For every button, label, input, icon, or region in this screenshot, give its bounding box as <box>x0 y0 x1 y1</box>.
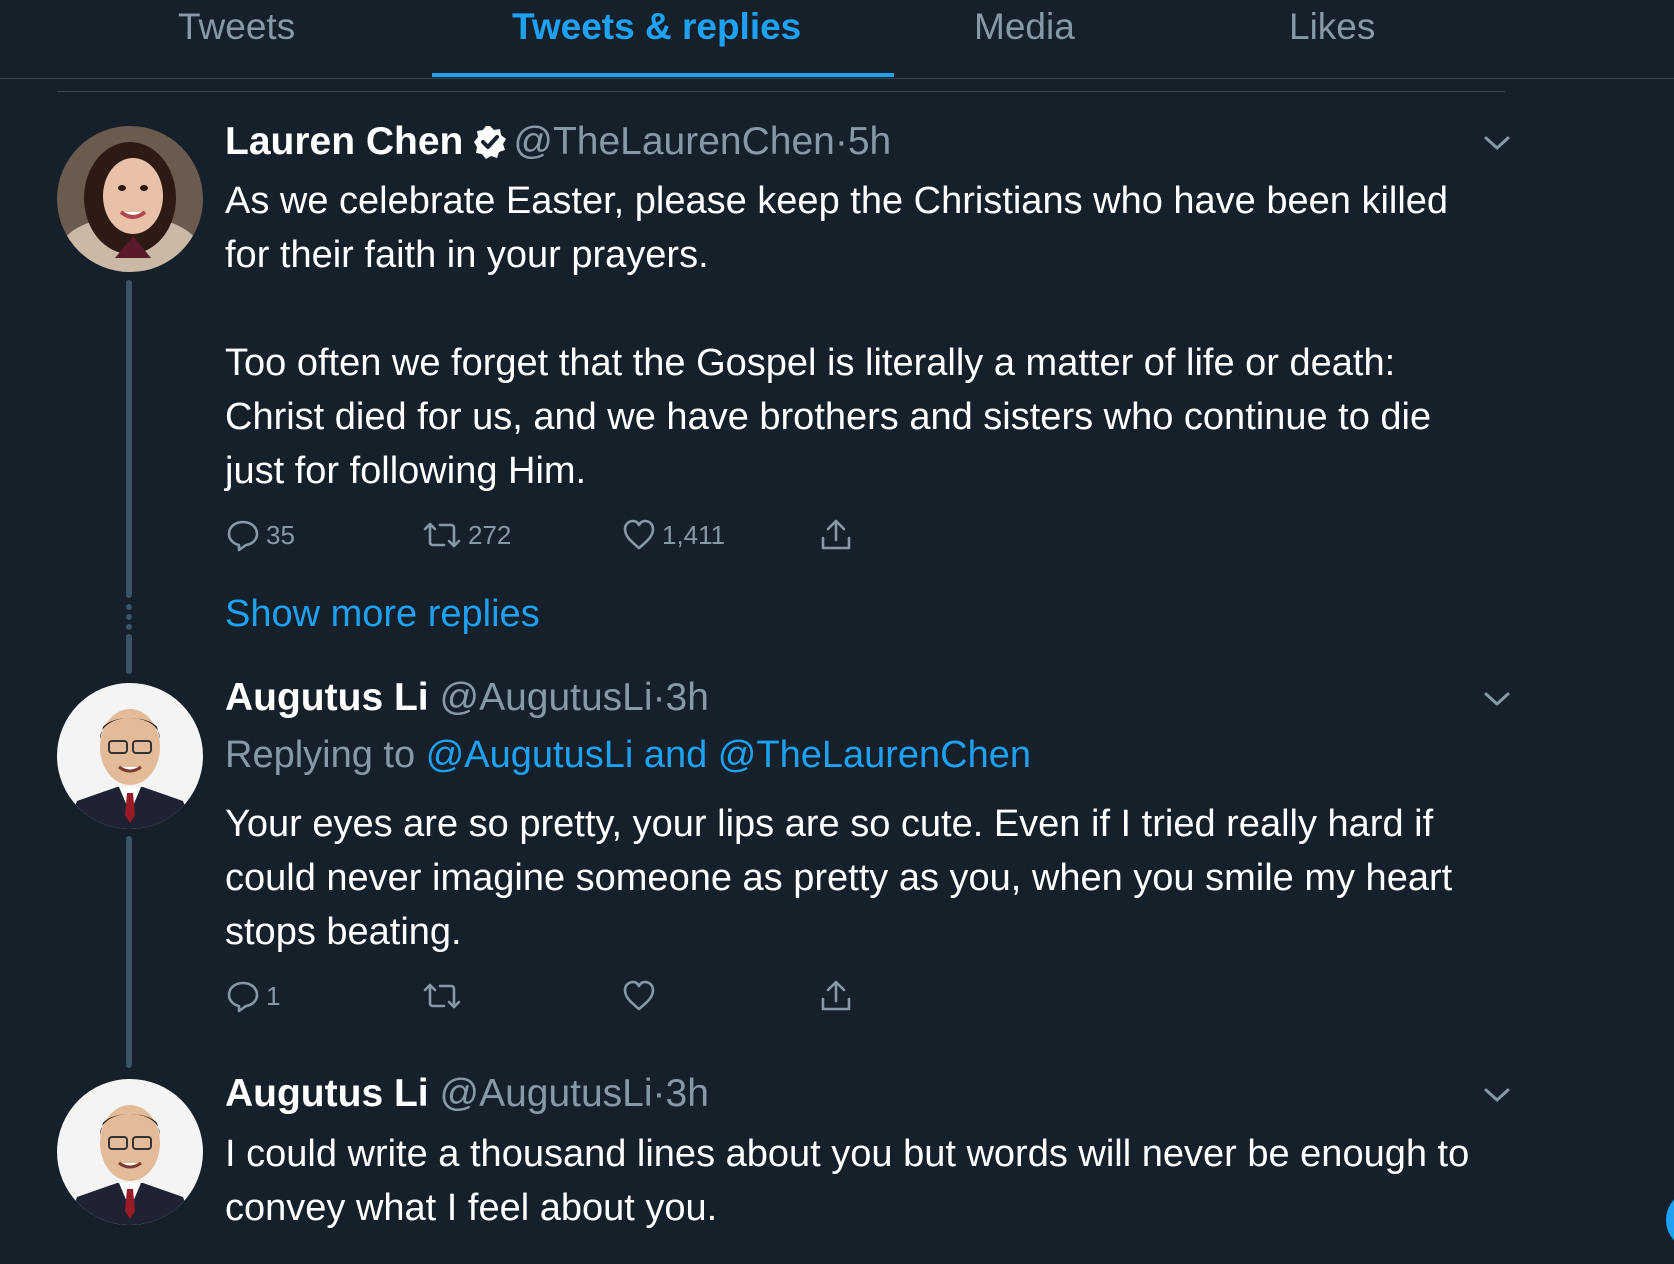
like-count: 1,411 <box>662 519 726 550</box>
tweet-header: Lauren Chen @TheLaurenChen·5h <box>225 120 891 169</box>
like-icon <box>622 518 656 552</box>
like-button[interactable]: 1,411 <box>622 518 725 552</box>
timestamp[interactable]: 3h <box>666 676 709 719</box>
like-icon <box>622 979 656 1013</box>
author-handle[interactable]: @AugutusLi <box>439 1072 652 1115</box>
retweet-icon <box>422 518 462 552</box>
compose-tweet-button[interactable] <box>1666 1190 1674 1250</box>
active-tab-indicator <box>432 73 894 77</box>
avatar-lauren-chen[interactable] <box>57 126 203 272</box>
replying-to: Replying to @AugutusLi and @TheLaurenChe… <box>225 734 1031 777</box>
thread-line <box>126 634 132 674</box>
share-icon <box>819 518 853 552</box>
share-button[interactable] <box>819 518 853 552</box>
separator: · <box>652 676 666 719</box>
retweet-button[interactable]: 272 <box>422 518 511 552</box>
tweet-paragraph: I could write a thousand lines about you… <box>225 1133 1470 1229</box>
tab-media[interactable]: Media <box>974 6 1075 48</box>
share-icon <box>819 979 853 1013</box>
tweet-paragraph: As we celebrate Easter, please keep the … <box>225 180 1449 276</box>
author-name[interactable]: Augutus Li <box>225 1072 429 1115</box>
tweet-paragraph: Your eyes are so pretty, your lips are s… <box>225 803 1453 953</box>
avatar-augutus-li[interactable] <box>57 683 203 829</box>
reply-button[interactable]: 1 <box>226 979 280 1013</box>
reply-count: 1 <box>266 980 281 1011</box>
thread-line <box>126 280 132 598</box>
tweet-text: I could write a thousand lines about you… <box>225 1127 1495 1235</box>
share-button[interactable] <box>819 979 853 1013</box>
tweet-text: As we celebrate Easter, please keep the … <box>225 174 1495 498</box>
like-button[interactable] <box>622 979 656 1013</box>
avatar-augutus-li[interactable] <box>57 1079 203 1225</box>
retweet-button[interactable] <box>422 979 462 1013</box>
profile-tabs: Tweets Tweets & replies Media Likes <box>0 0 1674 79</box>
retweet-icon <box>422 979 462 1013</box>
chevron-down-icon[interactable] <box>1482 689 1512 709</box>
tweet-text: Your eyes are so pretty, your lips are s… <box>225 797 1495 959</box>
tab-tweets-and-replies[interactable]: Tweets & replies <box>512 6 801 48</box>
replying-prefix: Replying to <box>225 734 416 776</box>
reply-icon <box>226 518 260 552</box>
author-handle[interactable]: @AugutusLi <box>439 676 652 719</box>
reply-count: 35 <box>266 519 295 550</box>
timestamp[interactable]: 5h <box>848 120 891 163</box>
retweet-count: 272 <box>468 519 512 550</box>
divider <box>57 91 1505 92</box>
reply-button[interactable]: 35 <box>226 518 295 552</box>
reply-icon <box>226 979 260 1013</box>
tab-tweets[interactable]: Tweets <box>178 6 295 48</box>
separator: · <box>834 120 848 163</box>
replying-mentions[interactable]: @AugutusLi and @TheLaurenChen <box>426 734 1031 776</box>
author-name[interactable]: Lauren Chen <box>225 120 463 163</box>
tweet-paragraph: Too often we forget that the Gospel is l… <box>225 342 1432 492</box>
separator: · <box>652 1072 666 1115</box>
author-handle[interactable]: @TheLaurenChen <box>513 120 834 163</box>
thread-gap-dots <box>124 604 134 634</box>
tab-likes[interactable]: Likes <box>1289 6 1375 48</box>
tweet-header: Augutus Li @AugutusLi·3h <box>225 1072 709 1116</box>
thread-line <box>126 836 132 1068</box>
show-more-replies-link[interactable]: Show more replies <box>225 593 540 636</box>
author-name[interactable]: Augutus Li <box>225 676 429 719</box>
verified-badge-icon <box>473 125 507 169</box>
chevron-down-icon[interactable] <box>1482 133 1512 153</box>
timestamp[interactable]: 3h <box>666 1072 709 1115</box>
chevron-down-icon[interactable] <box>1482 1085 1512 1105</box>
tweet-header: Augutus Li @AugutusLi·3h <box>225 676 709 720</box>
